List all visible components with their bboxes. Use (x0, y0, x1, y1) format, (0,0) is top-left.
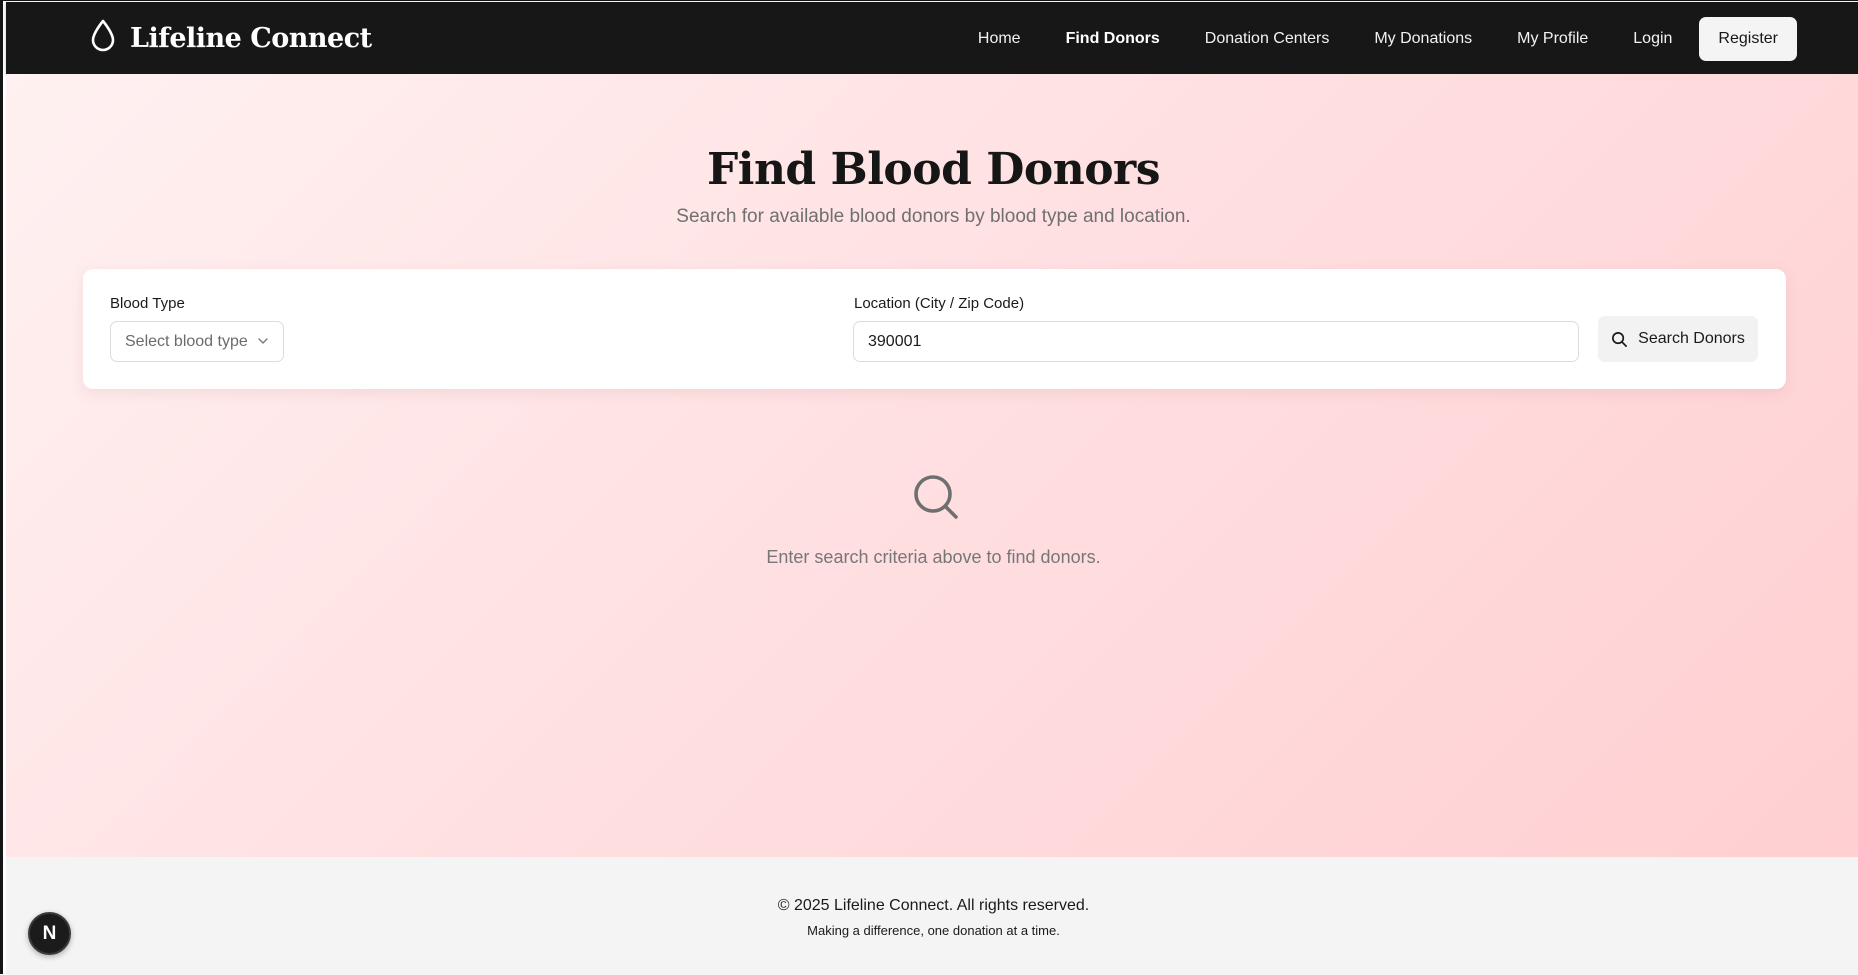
nav-link-my-donations[interactable]: My Donations (1374, 30, 1472, 48)
nav-link-my-profile[interactable]: My Profile (1517, 30, 1588, 48)
nav-link-donation-centers[interactable]: Donation Centers (1205, 30, 1330, 48)
browser-viewport: Lifeline Connect Home Find Donors Donati… (0, 0, 1858, 975)
blood-type-label: Blood Type (110, 295, 185, 312)
nav-link-login[interactable]: Login (1633, 30, 1672, 48)
page-title: Find Blood Donors (706, 144, 1161, 195)
search-icon (1612, 331, 1628, 347)
search-form-card: Blood Type Select blood type Location (C… (83, 269, 1786, 389)
empty-state-message: Enter search criteria above to find dono… (766, 547, 1101, 567)
main-nav: Home Find Donors Donation Centers My Don… (933, 17, 1797, 61)
search-donors-label: Search Donors (1638, 330, 1745, 347)
navbar: Lifeline Connect Home Find Donors Donati… (6, 2, 1858, 74)
footer: © 2025 Lifeline Connect. All rights rese… (6, 857, 1858, 975)
page-subtitle: Search for available blood donors by blo… (676, 206, 1191, 227)
blood-drop-icon (88, 18, 118, 59)
main-content: Find Blood Donors Search for available b… (6, 74, 1858, 857)
register-button[interactable]: Register (1699, 17, 1797, 61)
chevron-down-icon (258, 338, 268, 344)
location-label: Location (City / Zip Code) (854, 295, 1025, 312)
nav-link-home[interactable]: Home (978, 30, 1021, 48)
brand-logo-link[interactable]: Lifeline Connect (88, 19, 372, 57)
dev-tools-badge[interactable]: N (28, 912, 71, 955)
blood-type-select[interactable]: Select blood type (110, 321, 284, 362)
footer-copyright: © 2025 Lifeline Connect. All rights rese… (777, 897, 1090, 914)
search-icon (914, 475, 958, 519)
footer-tagline: Making a difference, one donation at a t… (807, 923, 1060, 938)
location-input[interactable] (853, 321, 1579, 362)
search-donors-button[interactable]: Search Donors (1598, 316, 1758, 362)
brand-name: Lifeline Connect (130, 22, 372, 54)
nav-link-find-donors[interactable]: Find Donors (1066, 30, 1160, 48)
blood-type-placeholder: Select blood type (125, 332, 248, 350)
